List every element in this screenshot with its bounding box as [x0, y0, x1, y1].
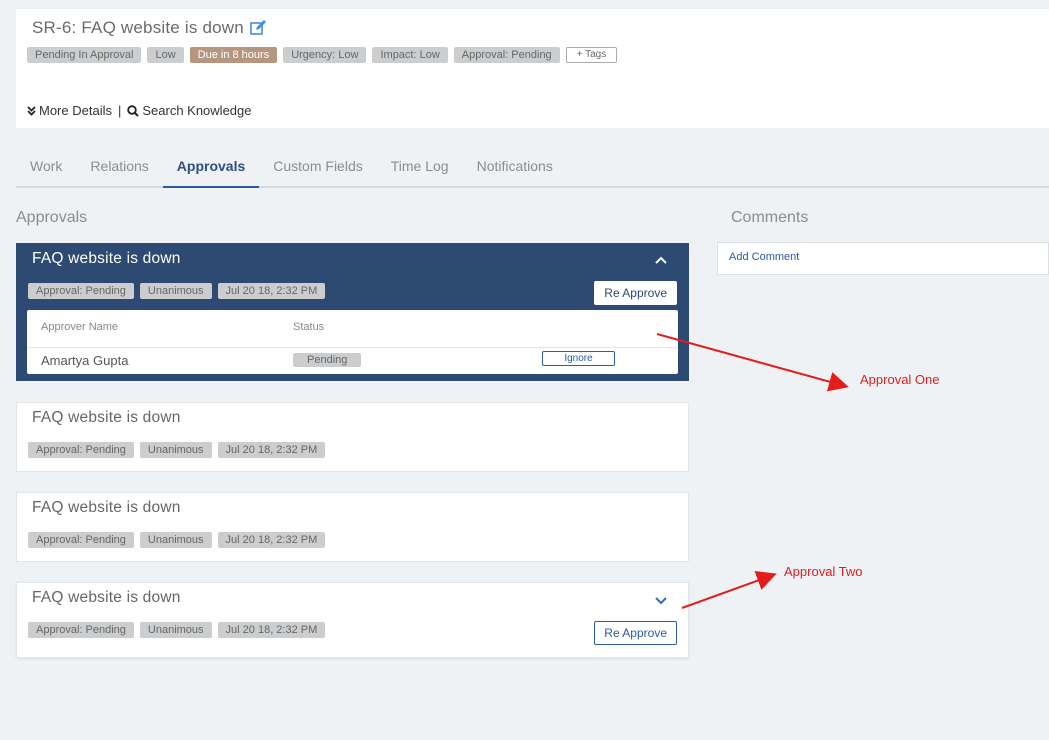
annotation-arrows [656, 333, 849, 609]
annotation-approval-two: Approval Two [784, 564, 863, 579]
annotation-approval-one: Approval One [860, 372, 940, 387]
annotation-arrow-two [681, 571, 777, 609]
annotation-arrow-one [656, 333, 849, 392]
